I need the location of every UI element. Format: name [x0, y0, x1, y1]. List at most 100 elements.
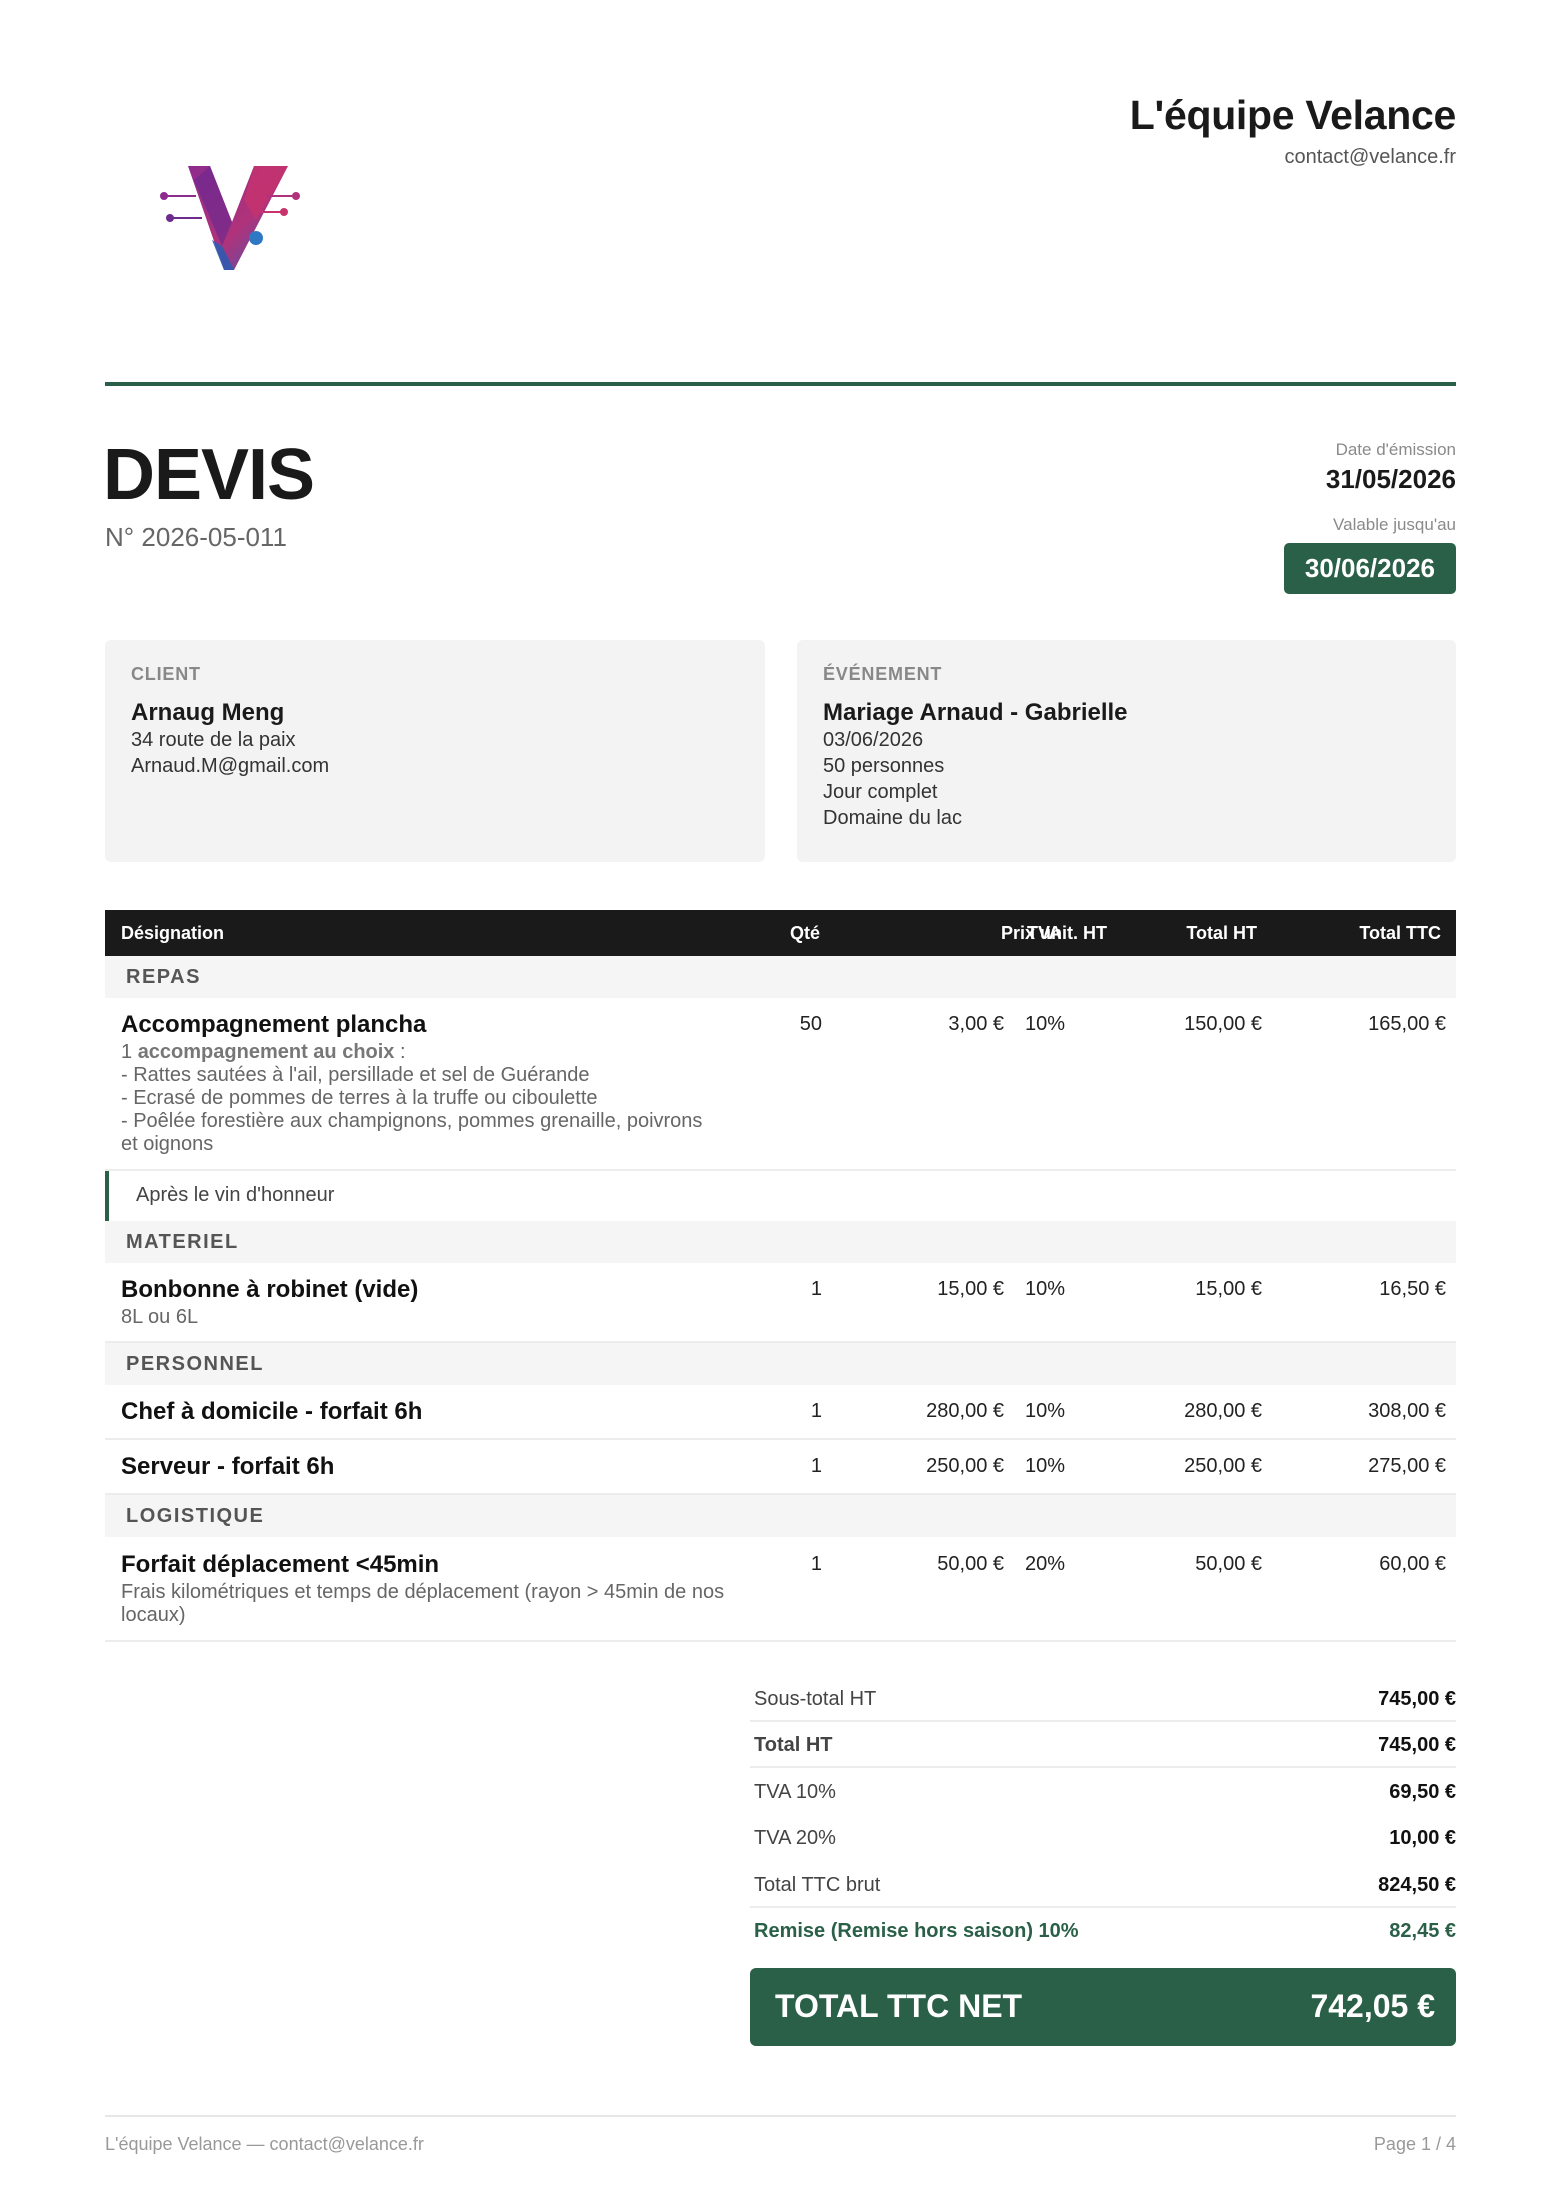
vat20-row: TVA 20% 10,00 €	[750, 1815, 1456, 1861]
item-total-ht: 250,00 €	[1184, 1455, 1262, 1477]
item-vat: 10%	[1025, 1400, 1066, 1422]
item-total-ht: 15,00 €	[1195, 1278, 1262, 1300]
col-qty: Qté	[790, 923, 821, 943]
gross-row: Total TTC brut 824,50 €	[750, 1862, 1456, 1908]
subtotal-label: Sous-total HT	[754, 1688, 877, 1710]
client-heading: CLIENT	[131, 664, 201, 684]
item-qty: 1	[810, 1553, 822, 1575]
item-description: Frais kilométriques et temps de déplacem…	[121, 1581, 751, 1627]
item-title: Forfait déplacement <45min	[121, 1551, 440, 1578]
event-guests: 50 personnes	[823, 755, 945, 777]
vat20-label: TVA 20%	[754, 1827, 836, 1849]
item-title: Serveur - forfait 6h	[121, 1453, 335, 1480]
document-title: DEVIS	[103, 435, 315, 515]
desc-line: et oignons	[121, 1133, 214, 1155]
footer-company: L'équipe Velance — contact@velance.fr	[105, 2134, 424, 2154]
item-description: 1 accompagnement au choix : - Rattes sau…	[121, 1041, 751, 1156]
item-unit-price: 3,00 €	[948, 1013, 1004, 1035]
event-duration: Jour complet	[823, 781, 938, 803]
vat10-value: 69,50 €	[1389, 1781, 1456, 1803]
client-box: CLIENT Arnaug Meng 34 route de la paix A…	[105, 640, 765, 862]
desc-prefix: 1	[121, 1041, 138, 1063]
section-logistique: LOGISTIQUE	[105, 1495, 1456, 1537]
document-number: N° 2026-05-011	[105, 522, 287, 552]
item-qty: 1	[810, 1455, 822, 1477]
company-logo	[156, 160, 306, 276]
item-total-ttc: 60,00 €	[1379, 1553, 1446, 1575]
vat10-row: TVA 10% 69,50 €	[750, 1769, 1456, 1815]
item-total-ht: 50,00 €	[1195, 1553, 1262, 1575]
item-total-ttc: 16,50 €	[1379, 1278, 1446, 1300]
section-repas: REPAS	[105, 956, 1456, 998]
table-header: Désignation Qté Prix unit. HT TVA Total …	[105, 910, 1456, 956]
header-divider	[105, 382, 1456, 386]
discount-value: 82,45 €	[1389, 1920, 1456, 1942]
item-description: 8L ou 6L	[121, 1306, 199, 1328]
event-venue: Domaine du lac	[823, 807, 962, 829]
item-vat: 10%	[1025, 1278, 1066, 1300]
item-qty: 1	[810, 1400, 822, 1422]
subtotal-row: Sous-total HT 745,00 €	[750, 1676, 1456, 1722]
issue-date-label: Date d'émission	[1335, 440, 1456, 459]
total-ht-label: Total HT	[754, 1734, 833, 1756]
item-unit-price: 280,00 €	[926, 1400, 1004, 1422]
item-title: Bonbonne à robinet (vide)	[121, 1276, 419, 1303]
gross-value: 824,50 €	[1378, 1874, 1456, 1896]
event-name: Mariage Arnaud - Gabrielle	[823, 699, 1128, 726]
note-text: Après le vin d'honneur	[136, 1184, 335, 1206]
section-personnel: PERSONNEL	[105, 1343, 1456, 1385]
event-box: ÉVÉNEMENT Mariage Arnaud - Gabrielle 03/…	[797, 640, 1456, 862]
company-name: L'équipe Velance	[1129, 92, 1457, 138]
item-title: Accompagnement plancha	[121, 1011, 427, 1038]
company-email: contact@velance.fr	[1284, 146, 1457, 168]
item-total-ttc: 275,00 €	[1368, 1455, 1446, 1477]
section-label: MATERIEL	[126, 1231, 239, 1253]
desc-line: - Rattes sautées à l'ail, persillade et …	[121, 1064, 590, 1086]
section-label: LOGISTIQUE	[126, 1505, 265, 1527]
item-qty: 50	[799, 1013, 822, 1035]
item-unit-price: 15,00 €	[937, 1278, 1004, 1300]
item-unit-price: 50,00 €	[937, 1553, 1004, 1575]
col-total-ttc: Total TTC	[1359, 923, 1441, 943]
footer-divider	[105, 2115, 1456, 2117]
item-title: Chef à domicile - forfait 6h	[121, 1398, 423, 1425]
item-vat: 20%	[1025, 1553, 1066, 1575]
client-name: Arnaug Meng	[131, 699, 285, 726]
note-accent-bar	[105, 1171, 109, 1221]
item-total-ht: 150,00 €	[1184, 1013, 1262, 1035]
issue-date: 31/05/2026	[1325, 464, 1456, 494]
col-vat: TVA	[1027, 923, 1062, 943]
section-label: PERSONNEL	[126, 1353, 264, 1375]
total-ht-value: 745,00 €	[1378, 1734, 1456, 1756]
item-vat: 10%	[1025, 1455, 1066, 1477]
total-ht-row: Total HT 745,00 €	[750, 1722, 1456, 1768]
vat20-value: 10,00 €	[1389, 1827, 1456, 1849]
desc-line: locaux)	[121, 1604, 186, 1626]
item-total-ht: 280,00 €	[1184, 1400, 1262, 1422]
desc-line: - Ecrasé de pommes de terres à la truffe…	[121, 1087, 598, 1109]
valid-until-label: Valable jusqu'au	[1333, 515, 1456, 534]
row-divider	[105, 1640, 1456, 1642]
row-divider	[105, 1438, 1456, 1440]
net-total-value: 742,05 €	[1310, 1988, 1435, 2024]
valid-until-badge: 30/06/2026	[1283, 543, 1456, 594]
desc-line: - Poêlée forestière aux champignons, pom…	[121, 1110, 703, 1132]
client-email: Arnaud.M@gmail.com	[131, 755, 330, 777]
col-designation: Désignation	[121, 923, 225, 943]
item-unit-price: 250,00 €	[926, 1455, 1004, 1477]
item-note: Après le vin d'honneur	[105, 1171, 1456, 1221]
discount-row: Remise (Remise hors saison) 10% 82,45 €	[750, 1908, 1456, 1954]
discount-label: Remise (Remise hors saison) 10%	[754, 1920, 1079, 1942]
event-heading: ÉVÉNEMENT	[823, 664, 943, 684]
desc-suffix: :	[394, 1041, 406, 1063]
subtotal-value: 745,00 €	[1378, 1688, 1456, 1710]
vat10-label: TVA 10%	[754, 1781, 836, 1803]
desc-line: Frais kilométriques et temps de déplacem…	[121, 1581, 725, 1603]
page-number: Page 1 / 4	[1373, 2134, 1456, 2154]
item-vat: 10%	[1025, 1013, 1066, 1035]
desc-bold: accompagnement au choix	[137, 1041, 395, 1063]
net-total-banner: TOTAL TTC NET 742,05 €	[750, 1968, 1456, 2046]
client-address: 34 route de la paix	[131, 729, 296, 751]
section-materiel: MATERIEL	[105, 1221, 1456, 1263]
section-label: REPAS	[126, 966, 201, 988]
